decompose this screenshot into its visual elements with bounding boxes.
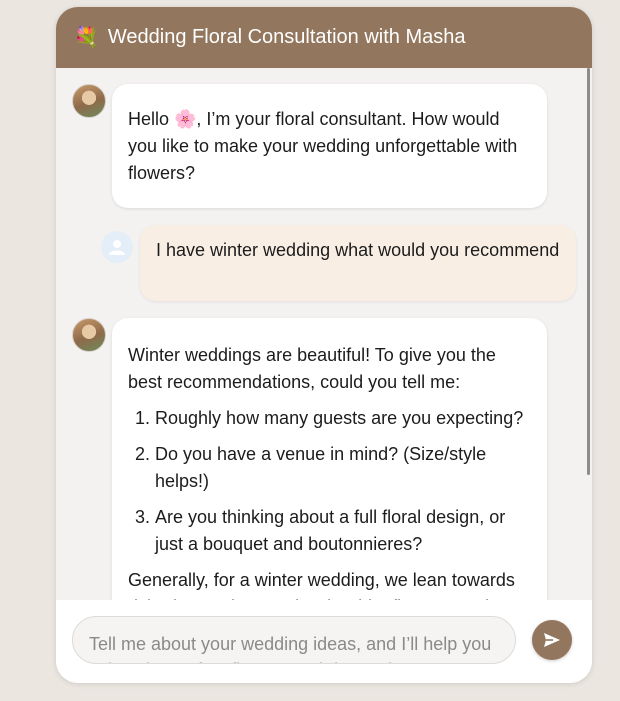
message-input[interactable]: Tell me about your wedding ideas, and I’… — [72, 616, 516, 664]
composer: Tell me about your wedding ideas, and I’… — [56, 600, 592, 683]
list-item: Are you thinking about a full floral des… — [155, 504, 531, 558]
bouquet-icon: 💐 — [74, 27, 99, 49]
user-icon — [109, 240, 125, 255]
message-intro: Winter weddings are beautiful! To give y… — [128, 345, 496, 392]
send-icon — [544, 633, 560, 647]
message-text: Hello 🌸, I’m your floral consultant. How… — [128, 109, 518, 183]
question-list: Roughly how many guests are you expectin… — [128, 405, 531, 558]
bot-message: Hello 🌸, I’m your floral consultant. How… — [112, 84, 547, 208]
scrollbar-thumb[interactable] — [587, 68, 590, 475]
list-item: Roughly how many guests are you expectin… — [155, 405, 531, 432]
consultant-avatar — [72, 318, 106, 352]
message-outro: Generally, for a winter wedding, we lean… — [128, 570, 515, 600]
message-list[interactable]: Hello 🌸, I’m your floral consultant. How… — [56, 68, 592, 600]
user-message: I have winter wedding what would you rec… — [140, 225, 576, 301]
chat-window: 💐 Wedding Floral Consultation with Masha… — [56, 7, 592, 683]
list-item: Do you have a venue in mind? (Size/style… — [155, 441, 531, 495]
message-text: I have winter wedding what would you rec… — [156, 240, 560, 260]
bot-message: Winter weddings are beautiful! To give y… — [112, 318, 547, 600]
chat-header: 💐 Wedding Floral Consultation with Masha — [56, 7, 592, 68]
consultant-avatar — [72, 84, 106, 118]
chat-title: Wedding Floral Consultation with Masha — [107, 26, 466, 48]
send-button[interactable] — [532, 620, 572, 660]
user-avatar — [101, 231, 133, 263]
